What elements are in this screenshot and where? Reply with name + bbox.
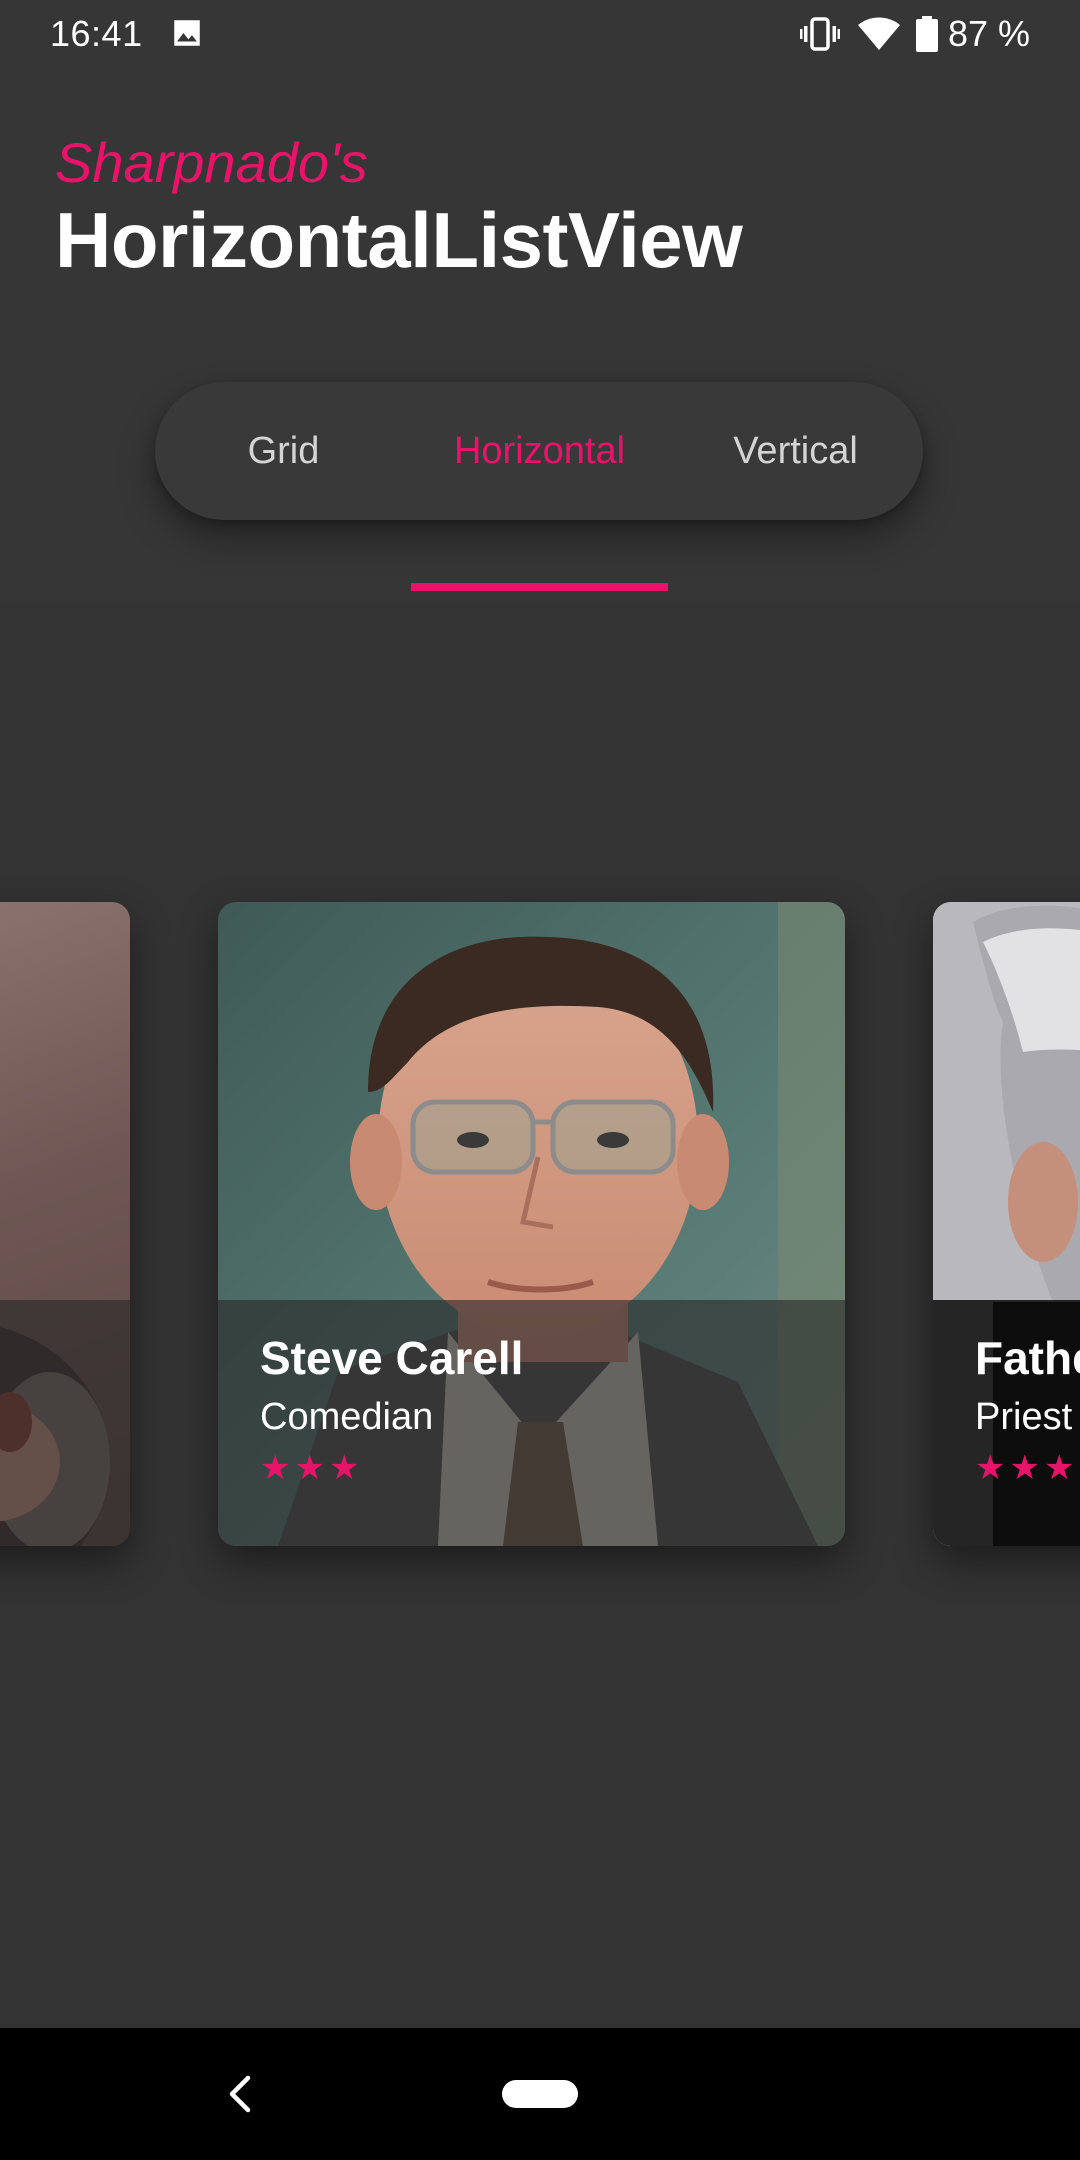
rating-stars: ★★★ bbox=[975, 1449, 1079, 1487]
navigation-bar bbox=[0, 2028, 1080, 2160]
header: Sharpnado's HorizontalListView Grid Hori… bbox=[0, 70, 1080, 602]
battery-icon bbox=[915, 16, 938, 52]
tab-vertical[interactable]: Vertical bbox=[667, 382, 923, 520]
header-subtitle: Sharpnado's bbox=[55, 131, 368, 194]
back-icon[interactable] bbox=[222, 2072, 258, 2116]
card-name: Steve Carell bbox=[260, 1332, 524, 1384]
card-name: Fathe bbox=[975, 1332, 1080, 1384]
rating-stars: ★★★ bbox=[260, 1449, 364, 1487]
page-title: HorizontalListView bbox=[55, 196, 743, 284]
card-role: Priest bbox=[975, 1396, 1073, 1438]
status-time: 16:41 bbox=[50, 13, 143, 54]
tab-selected-indicator bbox=[411, 583, 668, 591]
list-item[interactable] bbox=[0, 902, 130, 1546]
battery-percentage: 87 % bbox=[947, 13, 1030, 54]
status-bar: 16:41 87 % bbox=[0, 0, 1080, 70]
card-caption-overlay bbox=[0, 1300, 130, 1546]
list-item[interactable]: Fathe Priest ★★★ bbox=[933, 902, 1080, 1546]
image-icon bbox=[174, 20, 200, 46]
tab-horizontal[interactable]: Horizontal bbox=[411, 382, 668, 520]
horizontal-list[interactable]: Steve Carell Comedian ★★★ Fathe Priest ★… bbox=[0, 602, 1080, 2028]
tab-grid[interactable]: Grid bbox=[155, 382, 412, 520]
tab-bar: Grid Horizontal Vertical bbox=[155, 382, 923, 520]
status-icons: 87 % bbox=[799, 12, 1030, 56]
wifi-icon bbox=[857, 17, 900, 50]
home-pill-icon[interactable] bbox=[502, 2080, 578, 2108]
list-item[interactable]: Steve Carell Comedian ★★★ bbox=[218, 902, 845, 1546]
card-role: Comedian bbox=[260, 1396, 434, 1438]
screen: 16:41 87 % Sharpnado's HorizontalListVie… bbox=[0, 0, 1080, 2160]
vibrate-icon bbox=[799, 17, 840, 51]
